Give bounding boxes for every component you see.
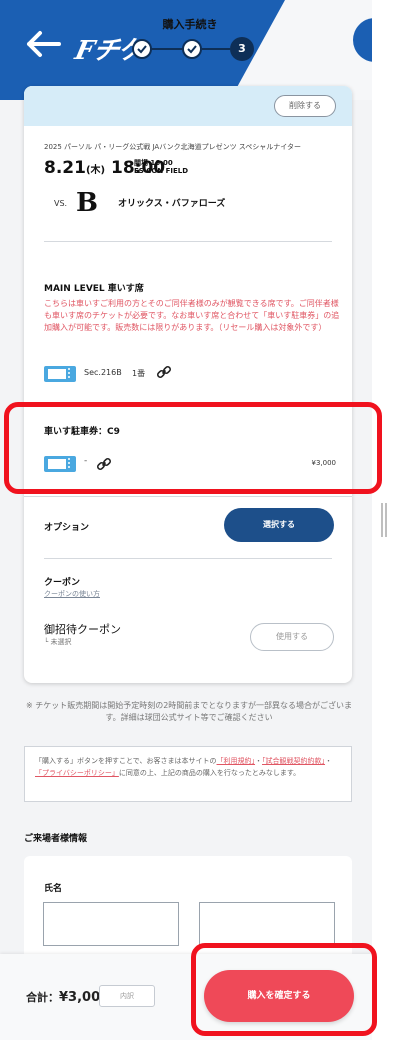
event-date: 8.21 bbox=[44, 158, 86, 178]
step-3-current: 3 bbox=[230, 37, 254, 61]
terms-separator: ・ bbox=[325, 757, 333, 765]
seat-section: Sec.216B bbox=[84, 368, 122, 377]
name-label: 氏名 bbox=[44, 884, 63, 894]
divider bbox=[24, 496, 352, 497]
step-connector bbox=[202, 48, 230, 50]
coupon-howto-link[interactable]: クーポンの使い方 bbox=[44, 589, 100, 599]
invite-coupon-status: └ 未選択 bbox=[44, 638, 72, 646]
breakdown-button[interactable]: 内訳 bbox=[99, 985, 155, 1007]
ticket-icon bbox=[44, 366, 76, 382]
open-time: 開場 16:00 bbox=[134, 159, 173, 167]
check-icon bbox=[187, 45, 197, 54]
venue-name: ES CON FIELD bbox=[134, 167, 189, 175]
total-label: 合計： bbox=[26, 991, 59, 1004]
ticket-icon bbox=[44, 456, 76, 472]
step-connector bbox=[150, 48, 184, 50]
header: Fチケ 購入手続き 3 bbox=[0, 0, 372, 100]
link-icon[interactable] bbox=[156, 364, 172, 380]
terms-separator: ・ bbox=[255, 757, 263, 765]
step-1-done bbox=[132, 39, 152, 59]
sales-period-notice: ※ チケット販売期間は開始予定時刻の2時間前までとなりますが一部異なる場合がござ… bbox=[25, 701, 353, 722]
step-indicator: 3 bbox=[130, 36, 270, 62]
seat-number: 1番 bbox=[132, 369, 146, 378]
ticket-row: Sec.216B 1番 bbox=[44, 364, 344, 384]
privacy-policy-link[interactable]: 「プライバシーポリシー」 bbox=[35, 769, 119, 777]
step-2-done bbox=[182, 39, 202, 59]
seat-note: こちらは車いすご利用の方とそのご同伴者様のみが観覧できる席です。ご同伴者様も車い… bbox=[44, 299, 340, 332]
check-icon bbox=[137, 45, 147, 54]
use-coupon-button[interactable]: 使用する bbox=[250, 623, 334, 651]
coupon-label: クーポン bbox=[44, 578, 81, 588]
step-title: 購入手続き bbox=[162, 18, 218, 31]
divider bbox=[44, 558, 332, 559]
scrollbar-handle[interactable] bbox=[381, 503, 387, 537]
first-name-input[interactable] bbox=[199, 902, 335, 946]
total-price: 合計：¥3,000 bbox=[26, 989, 109, 1005]
opponent-team-name: オリックス・バファローズ bbox=[118, 199, 226, 209]
terms-of-use-link[interactable]: 「利用規約」 bbox=[217, 757, 256, 765]
checkout-footer: 合計：¥3,000 内訳 購入を確定する bbox=[0, 954, 372, 1040]
delete-button[interactable]: 削除する bbox=[274, 95, 336, 117]
event-weekday: (木) bbox=[85, 165, 106, 176]
back-arrow-icon[interactable] bbox=[26, 30, 62, 58]
last-name-input[interactable] bbox=[43, 902, 179, 946]
buffaloes-logo-icon: B bbox=[76, 188, 98, 218]
checkout-page: Fチケ 購入手続き 3 削除する 2025 パーソル パ・リーグ公式戦 JAバン… bbox=[0, 0, 372, 1040]
link-icon[interactable] bbox=[96, 456, 112, 472]
parking-row: - ¥3,000 bbox=[44, 454, 344, 474]
visitor-info-title: ご来場者様情報 bbox=[24, 834, 88, 844]
parking-ticket-title: 車いす駐車券：C9 bbox=[44, 427, 120, 437]
divider bbox=[24, 404, 352, 405]
parking-seat: - bbox=[84, 456, 88, 466]
event-title: 2025 パーソル パ・リーグ公式戦 JAバンク北海道プレゼンツ スペシャルナイ… bbox=[44, 143, 302, 151]
divider bbox=[44, 241, 332, 242]
option-select-button[interactable]: 選択する bbox=[224, 508, 334, 542]
invite-coupon-label: 御招待クーポン bbox=[44, 623, 121, 636]
option-label: オプション bbox=[44, 523, 90, 533]
confirm-purchase-button[interactable]: 購入を確定する bbox=[204, 970, 354, 1022]
parking-price: ¥3,000 bbox=[311, 459, 337, 467]
terms-agreement-box: 「購入する」ボタンを押すことで、お客さまは本サイトの「利用規約」・「試合観戦契約… bbox=[24, 746, 352, 802]
vs-label: VS. bbox=[54, 199, 68, 208]
card-header: 削除する bbox=[24, 86, 352, 126]
terms-text: に同意の上、上記の商品の購入を行なったとみなします。 bbox=[118, 769, 301, 777]
ticket-card: 削除する 2025 パーソル パ・リーグ公式戦 JAバンク北海道プレゼンツ スペ… bbox=[24, 86, 352, 683]
watching-contract-link[interactable]: 「試合観戦契約約款」 bbox=[262, 757, 325, 765]
terms-text: 「購入する」ボタンを押すことで、お客さまは本サイトの bbox=[35, 757, 217, 765]
seat-type-title: MAIN LEVEL 車いす席 bbox=[44, 284, 144, 294]
open-venue: 開場 16:00 ES CON FIELD bbox=[134, 159, 188, 175]
